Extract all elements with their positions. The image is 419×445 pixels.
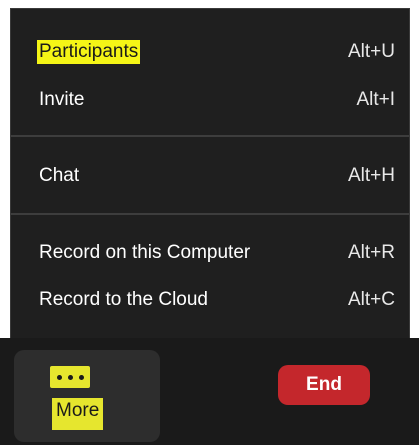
end-meeting-button[interactable]: End (278, 365, 370, 405)
menu-item-chat[interactable]: Chat Alt+H (11, 153, 409, 199)
menu-item-label: Participants (37, 40, 141, 64)
menu-divider (11, 213, 409, 215)
menu-item-label: Chat (39, 165, 80, 186)
menu-item-shortcut: Alt+R (348, 242, 395, 263)
menu-item-label: Record to the Cloud (39, 289, 208, 310)
more-menu: Participants Alt+U Invite Alt+I Chat Alt… (10, 8, 410, 338)
menu-item-shortcut: Alt+C (348, 289, 395, 310)
ellipsis-icon (50, 366, 90, 388)
more-button-label: More (52, 398, 104, 430)
menu-divider (11, 135, 409, 137)
menu-item-shortcut: Alt+H (348, 165, 395, 186)
app-root: Participants Alt+U Invite Alt+I Chat Alt… (0, 0, 419, 445)
menu-item-record-computer[interactable]: Record on this Computer Alt+R (11, 230, 409, 276)
menu-item-record-cloud[interactable]: Record to the Cloud Alt+C (11, 277, 409, 323)
menu-item-participants[interactable]: Participants Alt+U (11, 29, 409, 75)
more-button[interactable]: More (14, 350, 160, 442)
menu-item-invite[interactable]: Invite Alt+I (11, 77, 409, 123)
meeting-toolbar: More End (0, 338, 419, 445)
menu-item-shortcut: Alt+I (356, 89, 395, 110)
menu-item-shortcut: Alt+U (348, 41, 395, 62)
menu-item-label: Invite (39, 89, 85, 110)
menu-item-label: Record on this Computer (39, 242, 251, 263)
